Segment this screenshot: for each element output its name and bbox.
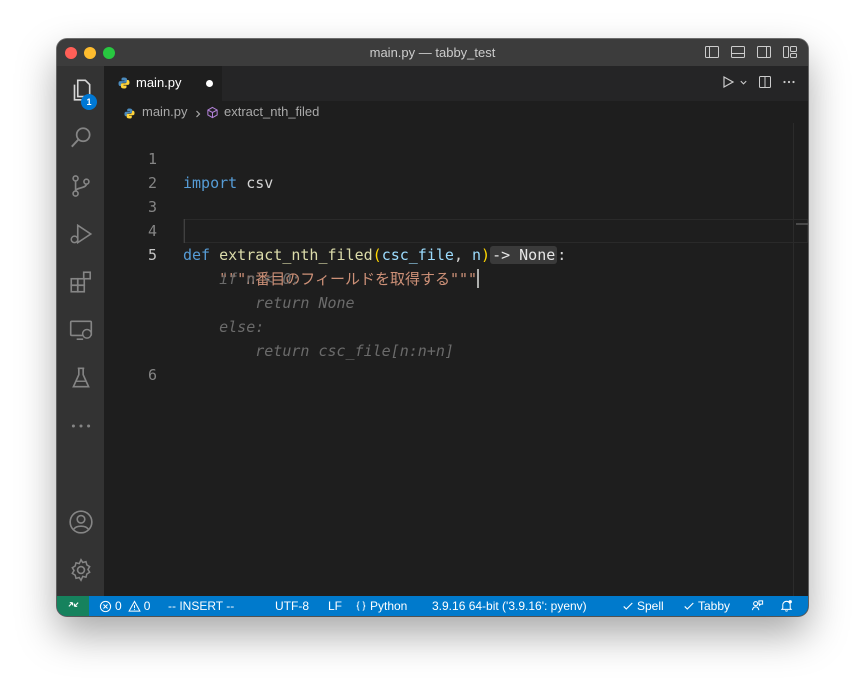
tabby-label: Tabby <box>698 599 731 613</box>
remote-indicator[interactable] <box>57 596 89 616</box>
eol-selector[interactable]: LF <box>328 599 342 613</box>
chevron-down-icon[interactable] <box>739 78 748 87</box>
encoding-selector[interactable]: UTF-8 <box>275 599 309 613</box>
extensions-icon <box>68 269 94 295</box>
code-line[interactable]: 2 <box>104 147 808 192</box>
line-number: 6 <box>147 366 157 384</box>
inline-suggestion-line: if n < 0: <box>183 270 301 288</box>
run-python-file-button[interactable] <box>721 75 748 89</box>
feedback-button[interactable] <box>751 599 764 612</box>
inline-suggestion-line: return csc_file[n:n+n] <box>183 342 454 360</box>
split-editor-icon <box>758 75 772 89</box>
explorer-button[interactable]: 1 <box>57 70 104 110</box>
tab-label: main.py <box>136 75 182 90</box>
breadcrumb-symbol[interactable]: extract_nth_filed <box>224 104 319 119</box>
code-line[interactable]: 1 import csv <box>104 123 808 192</box>
tab-main-py[interactable]: main.py <box>104 66 222 101</box>
more-actions-button[interactable] <box>782 75 796 89</box>
search-icon <box>68 125 94 151</box>
activity-bar: 1 <box>57 66 104 596</box>
more-views-button[interactable] <box>57 406 104 446</box>
customize-layout-icon[interactable] <box>782 44 798 60</box>
code-line-active[interactable]: 5 """n番目のフィールドを取得する""" <box>104 219 808 288</box>
title-bar: main.py — tabby_test <box>57 39 808 66</box>
chevron-right-icon <box>193 107 203 122</box>
layout-controls <box>704 44 798 60</box>
gear-icon <box>68 557 94 583</box>
code-line[interactable]: 3 <box>104 171 808 216</box>
error-icon <box>99 600 112 613</box>
run-debug-icon <box>68 221 94 247</box>
source-control-icon <box>68 173 94 199</box>
inline-suggestion-line: return None <box>183 294 355 312</box>
flask-icon <box>68 365 94 391</box>
spell-checker-status[interactable]: Spell <box>622 599 664 613</box>
python-file-icon <box>118 77 130 89</box>
editor-actions <box>721 75 796 89</box>
bell-icon <box>780 599 793 612</box>
source-control-button[interactable] <box>57 166 104 206</box>
split-editor-button[interactable] <box>758 75 772 89</box>
remote-icon <box>67 598 80 614</box>
remote-explorer-icon <box>68 317 94 343</box>
code-editor[interactable]: 1 import csv 2 3 4 def extract_nth_filed… <box>104 123 808 596</box>
status-bar: 0 0 -- INSERT -- UTF-8 LF Python 3.9.16 … <box>57 596 808 616</box>
window-title: main.py — tabby_test <box>369 45 496 60</box>
breadcrumb: main.py extract_nth_filed <box>104 101 808 123</box>
code-line[interactable]: 4 def extract_nth_filed(csc_file, n) -> N… <box>104 195 808 264</box>
python-interpreter-selector[interactable]: 3.9.16 64-bit ('3.9.16': pyenv) <box>432 599 587 613</box>
toggle-panel-icon[interactable] <box>730 44 746 60</box>
code-line[interactable]: 6 <box>104 339 808 384</box>
extensions-button[interactable] <box>57 262 104 302</box>
language-mode-selector[interactable]: Python <box>355 599 407 613</box>
explorer-badge: 1 <box>81 94 97 110</box>
account-icon <box>68 509 94 535</box>
accounts-button[interactable] <box>57 502 104 542</box>
problems-indicator[interactable]: 0 0 <box>99 599 150 613</box>
braces-icon <box>355 600 367 612</box>
unsaved-dot-icon[interactable] <box>206 80 213 87</box>
ellipsis-icon <box>782 75 796 89</box>
ellipsis-icon <box>68 413 94 439</box>
vim-mode: -- INSERT -- <box>168 599 235 613</box>
error-count: 0 <box>115 599 122 613</box>
vscode-window: main.py — tabby_test 1 main.py main.py e… <box>57 39 808 616</box>
warning-icon <box>127 599 141 613</box>
python-file-icon <box>124 107 135 122</box>
inline-suggestion-line: else: <box>183 318 265 336</box>
toggle-secondary-sidebar-icon[interactable] <box>756 44 772 60</box>
tabby-status[interactable]: Tabby <box>683 599 730 613</box>
check-icon <box>622 600 634 612</box>
check-icon <box>683 600 695 612</box>
method-cube-icon <box>206 106 219 122</box>
search-button[interactable] <box>57 118 104 158</box>
warning-count: 0 <box>143 599 151 613</box>
run-and-debug-button[interactable] <box>57 214 104 254</box>
feedback-icon <box>751 599 764 612</box>
testing-button[interactable] <box>57 358 104 398</box>
manage-button[interactable] <box>57 550 104 590</box>
notifications-button[interactable] <box>780 599 793 612</box>
spell-label: Spell <box>637 599 664 613</box>
toggle-primary-sidebar-icon[interactable] <box>704 44 720 60</box>
play-icon <box>721 75 735 89</box>
editor-tab-bar: main.py <box>104 66 808 101</box>
remote-explorer-button[interactable] <box>57 310 104 350</box>
breadcrumb-file[interactable]: main.py <box>142 104 188 119</box>
language-label: Python <box>370 599 408 613</box>
